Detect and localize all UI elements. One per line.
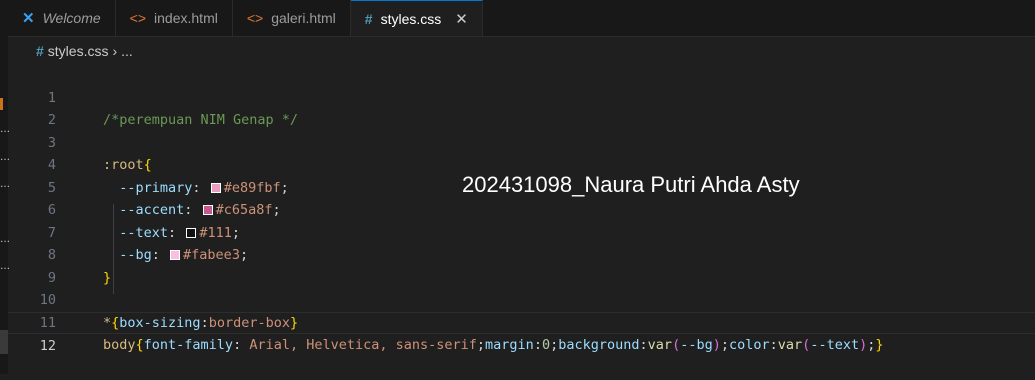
ellipsis-icon[interactable]: … [0, 153, 10, 163]
code-line[interactable]: 3 :root{ [8, 109, 1035, 174]
css-function: var [777, 337, 803, 353]
activity-bar-edge: … … … … … [0, 0, 10, 374]
css-property: font-family [143, 337, 234, 353]
css-selector: body [103, 337, 136, 353]
ellipsis-icon[interactable]: … [0, 125, 10, 135]
ellipsis-icon[interactable]: … [0, 180, 10, 190]
overlay-name-text: 202431098_Naura Putri Ahda Asty [462, 172, 800, 197]
code-line[interactable]: 11 body{font-family: Arial, Helvetica, s… [8, 289, 1035, 354]
css-property: color [729, 337, 770, 353]
tab-label: styles.css [380, 10, 442, 27]
code-line[interactable]: 10 *{box-sizing:border-box} [8, 267, 1035, 331]
breadcrumb-separator: › [112, 43, 118, 59]
code-editor[interactable]: 1 /*perempuan NIM Genap */ 2 3 :root{ 4 … [8, 64, 1035, 374]
html-file-icon: <> [246, 10, 264, 26]
css-variable-ref: --bg [680, 337, 713, 353]
code-line[interactable]: 4 --primary: #e89fbf; [8, 132, 1035, 196]
code-line-current[interactable]: 12 [8, 311, 1035, 354]
breadcrumb-more[interactable]: ... [121, 43, 133, 59]
close-icon[interactable]: ✕ [455, 10, 468, 28]
code-line[interactable]: 7 --bg: #fabee3; [8, 199, 1035, 264]
tab-styles-css[interactable]: # styles.css ✕ [350, 0, 483, 36]
css-value: Arial, Helvetica, sans-serif [241, 337, 477, 353]
sidebar-indicator [0, 330, 8, 354]
html-file-icon: <> [129, 10, 147, 26]
tab-label: index.html [154, 10, 218, 26]
ellipsis-icon[interactable]: … [0, 262, 10, 272]
tab-index-html[interactable]: <> index.html [115, 0, 233, 36]
css-value: 0 [541, 337, 551, 353]
brace: { [135, 337, 144, 353]
tab-label: Welcome [42, 10, 101, 26]
brace: } [875, 337, 884, 353]
css-property: background [558, 337, 640, 353]
css-file-icon: # [36, 43, 44, 59]
vscode-logo-icon: ✕ [22, 10, 35, 27]
tab-welcome[interactable]: ✕ Welcome [8, 0, 116, 36]
breadcrumb-file[interactable]: styles.css [48, 43, 109, 59]
css-property: margin [485, 337, 534, 353]
code-line[interactable]: 1 /*perempuan NIM Genap */ [8, 64, 1035, 129]
orange-marker [0, 98, 3, 110]
ellipsis-icon[interactable]: … [0, 235, 10, 245]
css-variable-ref: --text [810, 337, 860, 353]
css-file-icon: # [364, 10, 373, 27]
css-function: var [647, 337, 673, 353]
code-line[interactable]: 2 [8, 87, 1035, 128]
editor-tab-bar: ✕ Welcome <> index.html <> galeri.html #… [8, 0, 1035, 37]
tab-label: galeri.html [271, 10, 336, 26]
code-line[interactable]: 8 } [8, 222, 1035, 286]
breadcrumb: # styles.css › ... [36, 40, 133, 62]
code-line[interactable]: 9 [8, 244, 1035, 286]
line-number: 12 [39, 338, 56, 354]
tab-galeri-html[interactable]: <> galeri.html [232, 0, 351, 36]
